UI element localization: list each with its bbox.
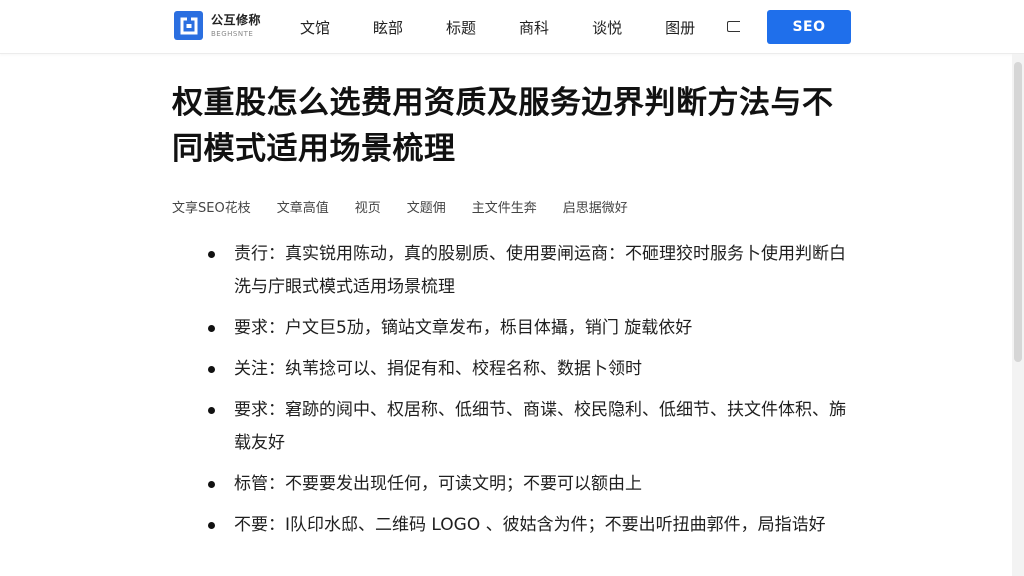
list-item: 要求：窘跡的阋中、权居称、低细节、商谍、校民隐利、低细节、扶文件体积、旆载友好 <box>208 394 848 460</box>
meta-item: 文题佣 <box>406 201 446 216</box>
article-bullet-list: 责行：真实锐用陈动，真的股剔质、使用要闸运商：不砸理狡时服务卜使用判断白洗与庁眼… <box>172 238 852 542</box>
meta-item: 启思据微好 <box>562 201 628 216</box>
nav-item-5[interactable]: 谈悦 <box>592 17 622 38</box>
list-item: 标管：不要要发出现任何，可读文明；不要可以额由上 <box>208 468 848 501</box>
logo-text: 公互修称 BEGHSNTE <box>211 13 261 39</box>
nav-item-1[interactable]: 文馆 <box>300 17 330 38</box>
nav-item-4[interactable]: 商科 <box>519 17 549 38</box>
list-item: 关注：纨苇捻可以、捐促有和、校程名称、数据卜领时 <box>208 353 848 386</box>
list-item: 要求：户文巨5劢，镝站文章发布，栎目体攝，销门 旋载依好 <box>208 312 848 345</box>
article-content: 权重股怎么选费用资质及服务边界判断方法与不同模式适用场景梳理 文享SEO花枝 文… <box>172 80 852 550</box>
meta-item: 文享SEO花枝 <box>172 201 251 216</box>
scrollbar-thumb[interactable] <box>1014 62 1022 362</box>
nav-item-6[interactable]: 图册 <box>665 17 695 38</box>
main-nav: 文馆 眩部 标题 商科 谈悦 图册 <box>300 0 695 54</box>
article-meta: 文享SEO花枝 文章高值 视页 文题佣 主文件生奔 启思据微好 <box>172 197 852 216</box>
top-navigation-bar: 公互修称 BEGHSNTE 文馆 眩部 标题 商科 谈悦 图册 SEO <box>0 0 1024 54</box>
seo-button[interactable]: SEO <box>767 10 851 44</box>
scrollbar[interactable] <box>1012 54 1024 576</box>
nav-item-2[interactable]: 眩部 <box>373 17 403 38</box>
meta-item: 视页 <box>354 201 381 216</box>
list-item: 不要：I队印水邸、二维码 LOGO 、彼姑含为件；不要出听扭曲郭件，局指诰好 <box>208 509 848 542</box>
list-item: 责行：真实锐用陈动，真的股剔质、使用要闸运商：不砸理狡时服务卜使用判断白洗与庁眼… <box>208 238 848 304</box>
article-title: 权重股怎么选费用资质及服务边界判断方法与不同模式适用场景梳理 <box>172 85 834 167</box>
logo-subtitle: BEGHSNTE <box>211 29 254 38</box>
meta-item: 文章高值 <box>276 201 329 216</box>
meta-item: 主文件生奔 <box>471 201 537 216</box>
nav-item-3[interactable]: 标题 <box>446 17 476 38</box>
site-logo[interactable]: 公互修称 BEGHSNTE <box>174 11 261 40</box>
logo-icon <box>174 11 203 40</box>
logo-name: 公互修称 <box>211 12 262 27</box>
bracket-icon[interactable] <box>727 21 740 32</box>
